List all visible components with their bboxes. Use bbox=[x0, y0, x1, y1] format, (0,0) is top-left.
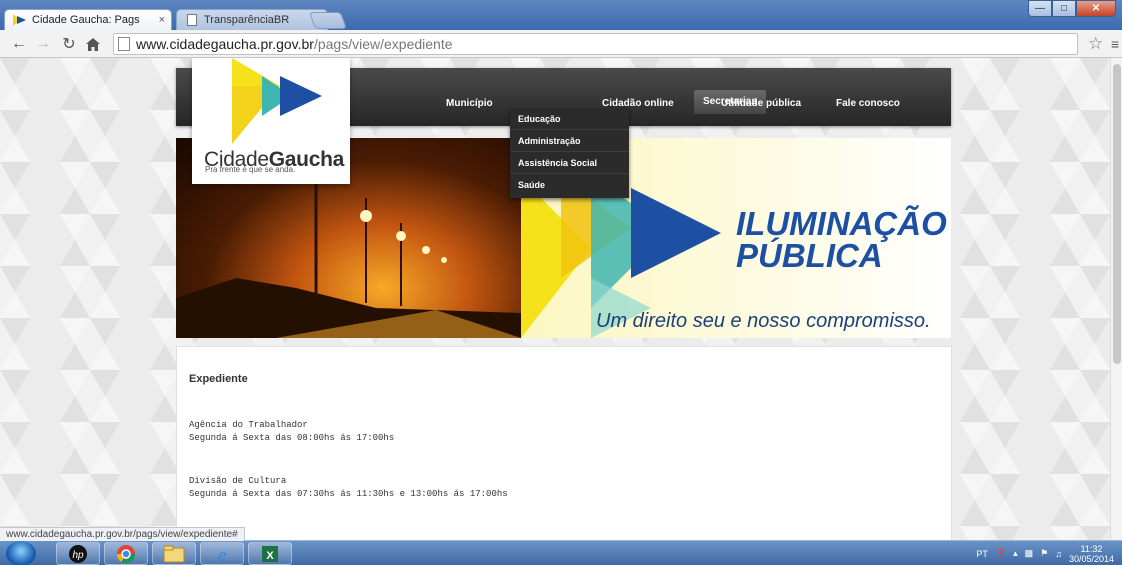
tab-transparenciabr[interactable]: TransparênciaBR × bbox=[176, 9, 328, 30]
page-icon bbox=[185, 14, 199, 26]
tab-close-icon[interactable]: × bbox=[159, 14, 165, 26]
tab-cidade-gaucha[interactable]: Cidade Gaucha: Pags × bbox=[4, 9, 172, 30]
site-logo[interactable]: CidadeGaucha Pra frente é que se anda. bbox=[192, 58, 350, 184]
browser-toolbar: ← → ↻ www.cidadegaucha.pr.gov.br/pags/vi… bbox=[0, 30, 1122, 58]
forward-icon[interactable]: → bbox=[34, 35, 52, 53]
schedule-hours: Segunda á Sexta das 07:30hs ás 11:30hs e… bbox=[189, 489, 508, 499]
help-icon[interactable]: ❓ bbox=[995, 548, 1006, 559]
chrome-app-icon[interactable] bbox=[104, 542, 148, 565]
close-window-icon[interactable]: ✕ bbox=[1076, 0, 1116, 17]
internet-explorer-icon[interactable]: e bbox=[200, 542, 244, 565]
url-text: www.cidadegaucha.pr.gov.br/pags/view/exp… bbox=[136, 36, 453, 52]
tab-title: Cidade Gaucha: Pags bbox=[32, 14, 140, 26]
svg-text:hp: hp bbox=[72, 550, 84, 561]
nav-fale-conosco[interactable]: Fale conosco bbox=[836, 98, 900, 109]
logo-slogan: Pra frente é que se anda. bbox=[205, 165, 296, 174]
page-viewport: Município Secretarias Cidadão online Uti… bbox=[0, 58, 1122, 540]
status-url: www.cidadegaucha.pr.gov.br/pags/view/exp… bbox=[0, 527, 245, 541]
schedule-name: Agência do Trabalhador bbox=[189, 420, 308, 430]
home-icon[interactable] bbox=[84, 35, 102, 53]
tray-expand-icon[interactable]: ▴ bbox=[1013, 548, 1018, 559]
clock[interactable]: 11:32 30/05/2014 bbox=[1069, 544, 1114, 564]
language-indicator[interactable]: PT bbox=[976, 549, 988, 559]
bookmark-star-icon[interactable]: ☆ bbox=[1088, 34, 1103, 54]
schedule-name: Divisão de Cultura bbox=[189, 476, 287, 486]
schedule-block-agencia: Agência do Trabalhador Segunda á Sexta d… bbox=[189, 419, 394, 445]
scrollbar-thumb[interactable] bbox=[1113, 64, 1121, 364]
clock-time: 11:32 bbox=[1080, 543, 1103, 554]
schedule-block-cultura: Divisão de Cultura Segunda á Sexta das 0… bbox=[189, 475, 508, 501]
page-icon bbox=[118, 37, 130, 51]
dropdown-item-administracao[interactable]: Administração bbox=[510, 130, 629, 152]
schedule-hours: Segunda á Sexta das 08:00hs ás 17:00hs bbox=[189, 433, 395, 443]
clock-date: 30/05/2014 bbox=[1068, 553, 1114, 564]
page-title: Expediente bbox=[189, 373, 248, 385]
dropdown-item-assistencia-social[interactable]: Assistência Social bbox=[510, 152, 629, 174]
flag-icon[interactable]: ⚑ bbox=[1040, 548, 1048, 559]
minimize-icon[interactable]: — bbox=[1028, 0, 1052, 17]
dropdown-item-educacao[interactable]: Educação bbox=[510, 108, 629, 130]
svg-text:e: e bbox=[218, 545, 226, 564]
file-explorer-icon[interactable] bbox=[152, 542, 196, 565]
maximize-icon[interactable]: □ bbox=[1052, 0, 1076, 17]
content-panel: Expediente Agência do Trabalhador Segund… bbox=[176, 346, 952, 540]
site-favicon-icon bbox=[13, 14, 27, 26]
nav-municipio[interactable]: Município bbox=[446, 98, 493, 109]
reload-icon[interactable]: ↻ bbox=[60, 35, 78, 53]
banner-title-line1: ILUMINAÇÃO bbox=[736, 205, 947, 242]
banner-title-line2: PÚBLICA bbox=[736, 237, 883, 274]
new-tab-button[interactable] bbox=[308, 12, 348, 29]
banner-tagline: Um direito seu e nosso compromisso. bbox=[596, 310, 931, 332]
tab-strip: Cidade Gaucha: Pags × TransparênciaBR × … bbox=[0, 0, 1122, 30]
vertical-scrollbar[interactable] bbox=[1110, 58, 1122, 540]
tab-title: TransparênciaBR bbox=[204, 14, 290, 26]
excel-app-icon[interactable]: X bbox=[248, 542, 292, 565]
window-controls: — □ ✕ bbox=[1028, 0, 1116, 17]
url-host: www.cidadegaucha.pr.gov.br bbox=[136, 36, 314, 52]
back-icon[interactable]: ← bbox=[10, 35, 28, 53]
menu-icon[interactable]: ≡ bbox=[1111, 36, 1119, 52]
svg-text:X: X bbox=[266, 550, 274, 562]
volume-icon[interactable]: ♫ bbox=[1055, 549, 1062, 559]
logo-mark-icon bbox=[232, 58, 322, 144]
url-path: /pags/view/expediente bbox=[313, 36, 453, 52]
secretarias-dropdown: Educação Administração Assistência Socia… bbox=[510, 108, 629, 198]
start-button[interactable] bbox=[6, 541, 36, 565]
address-bar[interactable]: www.cidadegaucha.pr.gov.br/pags/view/exp… bbox=[113, 33, 1078, 55]
nav-utilidade-publica[interactable]: Utilidade pública bbox=[721, 98, 801, 109]
dropdown-item-saude[interactable]: Saúde bbox=[510, 174, 629, 196]
system-tray: PT ❓ ▴ ▩ ⚑ ♫ 11:32 30/05/2014 bbox=[976, 541, 1122, 565]
windows-taskbar: hp e X PT ❓ ▴ ▩ ⚑ ♫ 11:32 30/05/2014 bbox=[0, 540, 1122, 565]
network-signal-icon[interactable]: ▩ bbox=[1025, 548, 1034, 559]
banner-title: ILUMINAÇÃO PÚBLICA bbox=[736, 205, 947, 274]
hp-app-icon[interactable]: hp bbox=[56, 542, 100, 565]
